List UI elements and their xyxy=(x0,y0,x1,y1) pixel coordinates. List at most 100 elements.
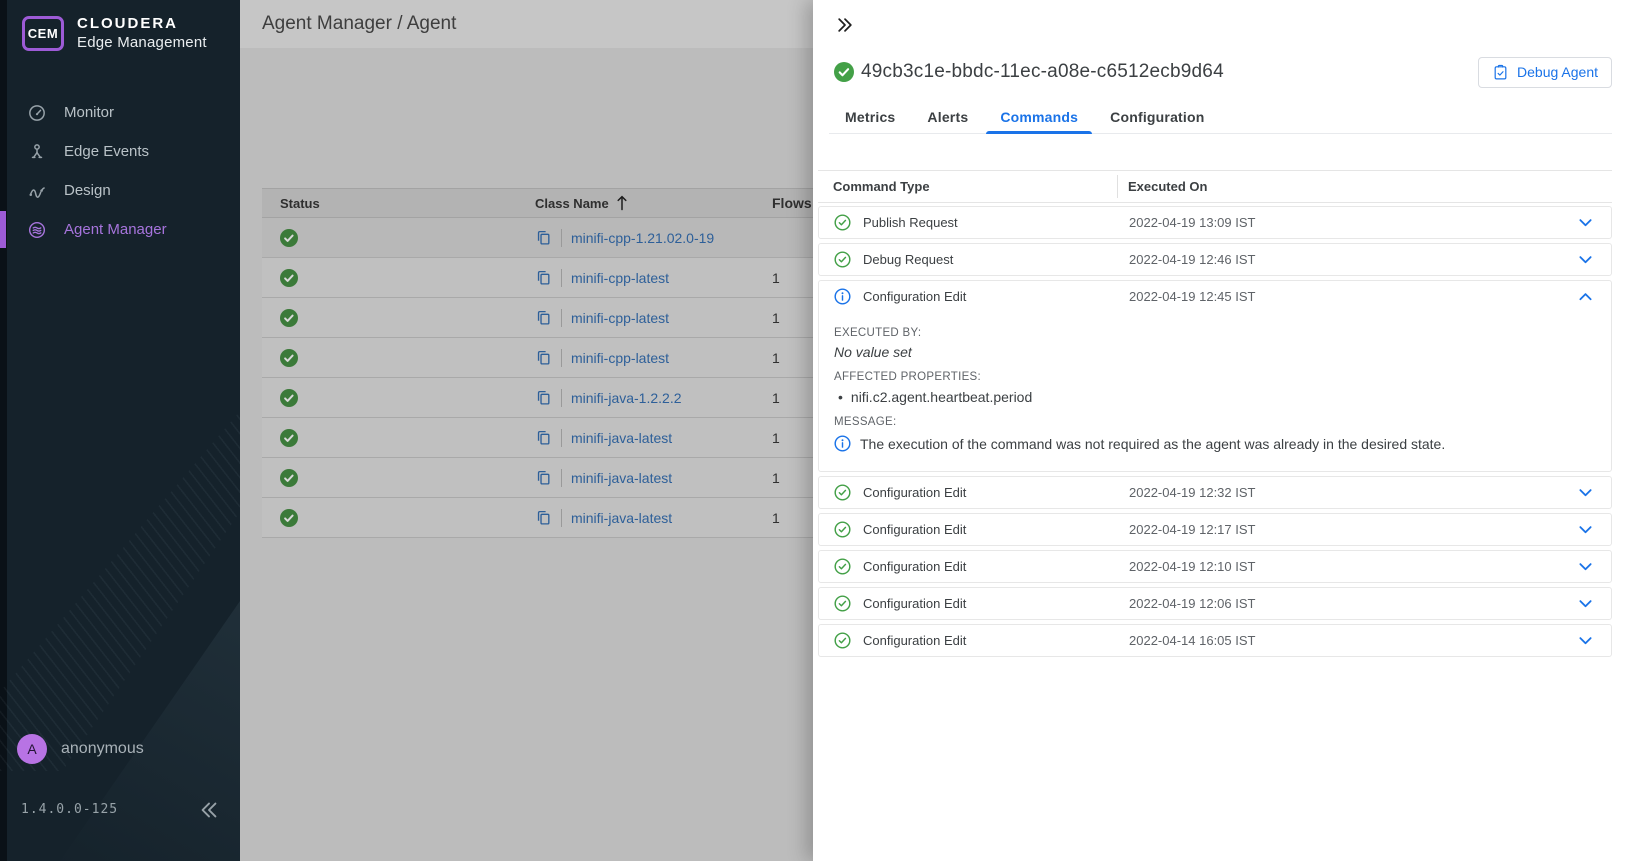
agent-status-cell xyxy=(262,269,535,287)
command-row-header[interactable]: Configuration Edit 2022-04-19 12:32 IST xyxy=(819,477,1611,508)
check-circle-icon xyxy=(834,484,851,501)
agent-class-link[interactable]: minifi-cpp-latest xyxy=(571,350,669,366)
sidebar-decor-shade xyxy=(40,601,240,861)
copy-icon[interactable] xyxy=(535,349,552,366)
command-row-header[interactable]: Publish Request 2022-04-19 13:09 IST xyxy=(819,207,1611,238)
agent-layers-icon xyxy=(27,220,47,240)
copy-icon[interactable] xyxy=(535,389,552,406)
copy-icon[interactable] xyxy=(535,269,552,286)
copy-icon[interactable] xyxy=(535,469,552,486)
debug-agent-button[interactable]: Debug Agent xyxy=(1478,57,1612,88)
command-row[interactable]: Configuration Edit 2022-04-19 12:45 IST … xyxy=(818,280,1612,472)
tab-metrics[interactable]: Metrics xyxy=(829,101,911,133)
sidebar-item-label: Edge Events xyxy=(64,143,149,160)
agent-class-link[interactable]: minifi-cpp-latest xyxy=(571,310,669,326)
chevron-down-icon[interactable] xyxy=(1576,483,1595,502)
chevron-down-icon[interactable] xyxy=(1576,557,1595,576)
sidebar-item-design[interactable]: Design xyxy=(0,171,240,210)
command-row[interactable]: Debug Request 2022-04-19 12:46 IST xyxy=(818,243,1612,276)
status-ok-icon xyxy=(280,389,298,407)
sidebar-item-edge-events[interactable]: Edge Events xyxy=(0,132,240,171)
agent-class-cell: minifi-cpp-1.21.02.0-19 xyxy=(535,229,765,247)
command-row[interactable]: Configuration Edit 2022-04-19 12:32 IST xyxy=(818,476,1612,509)
copy-icon[interactable] xyxy=(535,229,552,246)
avatar: A xyxy=(17,734,47,764)
chevron-down-icon[interactable] xyxy=(1576,594,1595,613)
agent-class-link[interactable]: minifi-java-latest xyxy=(571,510,672,526)
copy-icon[interactable] xyxy=(535,429,552,446)
agent-class-link[interactable]: minifi-cpp-1.21.02.0-19 xyxy=(571,230,714,246)
command-type-label: Configuration Edit xyxy=(863,559,966,574)
column-header-status[interactable]: Status xyxy=(262,196,535,211)
tab-alerts[interactable]: Alerts xyxy=(911,101,984,133)
info-circle-icon xyxy=(834,435,851,452)
gauge-icon xyxy=(27,103,47,123)
command-type-cell: Debug Request xyxy=(834,251,1129,268)
column-divider xyxy=(1117,175,1118,198)
check-circle-icon xyxy=(834,558,851,575)
command-row[interactable]: Configuration Edit 2022-04-14 16:05 IST xyxy=(818,624,1612,657)
command-type-label: Configuration Edit xyxy=(863,522,966,537)
commands-table-header: Command Type Executed On xyxy=(818,170,1612,203)
command-type-cell: Configuration Edit xyxy=(834,521,1129,538)
cell-divider xyxy=(561,389,562,407)
brand: CEM CLOUDERA Edge Management xyxy=(0,0,240,51)
cell-divider xyxy=(561,349,562,367)
command-row-header[interactable]: Configuration Edit 2022-04-19 12:06 IST xyxy=(819,588,1611,619)
command-type-label: Configuration Edit xyxy=(863,596,966,611)
panel-collapse-icon[interactable] xyxy=(835,15,855,35)
agent-class-link[interactable]: minifi-java-latest xyxy=(571,470,672,486)
status-ok-icon xyxy=(280,229,298,247)
agent-class-cell: minifi-java-latest xyxy=(535,469,765,487)
copy-icon[interactable] xyxy=(535,509,552,526)
agent-flows-count: 1 xyxy=(765,310,780,326)
message-text: The execution of the command was not req… xyxy=(860,435,1445,453)
cell-divider xyxy=(561,269,562,287)
command-row-header[interactable]: Debug Request 2022-04-19 12:46 IST xyxy=(819,244,1611,275)
agent-class-link[interactable]: minifi-java-1.2.2.2 xyxy=(571,390,682,406)
command-row[interactable]: Configuration Edit 2022-04-19 12:10 IST xyxy=(818,550,1612,583)
agent-flows-count: 1 xyxy=(765,350,780,366)
chevron-up-icon[interactable] xyxy=(1576,287,1595,306)
copy-icon[interactable] xyxy=(535,309,552,326)
chevron-down-icon[interactable] xyxy=(1576,631,1595,650)
status-ok-icon xyxy=(280,349,298,367)
panel-title-row: 49cb3c1e-bbdc-11ec-a08e-c6512ecb9d64 Deb… xyxy=(834,55,1612,89)
command-type-cell: Publish Request xyxy=(834,214,1129,231)
sidebar-collapse-icon[interactable] xyxy=(198,799,220,821)
check-circle-icon xyxy=(834,521,851,538)
check-circle-icon xyxy=(834,595,851,612)
column-header-class-name[interactable]: Class Name xyxy=(535,195,765,211)
sidebar-item-agent-manager[interactable]: Agent Manager xyxy=(0,210,240,249)
agent-class-cell: minifi-cpp-latest xyxy=(535,349,765,367)
command-type-cell: Configuration Edit xyxy=(834,558,1129,575)
command-details: EXECUTED BY: No value set AFFECTED PROPE… xyxy=(819,312,1611,471)
tab-commands[interactable]: Commands xyxy=(984,101,1094,133)
command-row[interactable]: Configuration Edit 2022-04-19 12:06 IST xyxy=(818,587,1612,620)
chevron-down-icon[interactable] xyxy=(1576,250,1595,269)
executed-by-label: EXECUTED BY: xyxy=(834,327,1595,339)
user-menu[interactable]: A anonymous xyxy=(17,734,144,764)
executed-on-value: 2022-04-19 12:10 IST xyxy=(1129,559,1255,574)
column-header-flows[interactable]: Flows xyxy=(765,195,812,211)
agent-flows-count: 1 xyxy=(765,270,780,286)
message-row: The execution of the command was not req… xyxy=(834,435,1595,453)
agent-class-link[interactable]: minifi-java-latest xyxy=(571,430,672,446)
edge-events-icon xyxy=(27,142,47,162)
command-row-header[interactable]: Configuration Edit 2022-04-19 12:10 IST xyxy=(819,551,1611,582)
command-row-header[interactable]: Configuration Edit 2022-04-19 12:17 IST xyxy=(819,514,1611,545)
executed-on-value: 2022-04-19 12:17 IST xyxy=(1129,522,1255,537)
chevron-down-icon[interactable] xyxy=(1576,213,1595,232)
agent-class-cell: minifi-cpp-latest xyxy=(535,309,765,327)
executed-on-value: 2022-04-19 12:32 IST xyxy=(1129,485,1255,500)
command-row-header[interactable]: Configuration Edit 2022-04-14 16:05 IST xyxy=(819,625,1611,656)
command-row-header[interactable]: Configuration Edit 2022-04-19 12:45 IST xyxy=(819,281,1611,312)
chevron-down-icon[interactable] xyxy=(1576,520,1595,539)
command-row[interactable]: Publish Request 2022-04-19 13:09 IST xyxy=(818,206,1612,239)
command-row[interactable]: Configuration Edit 2022-04-19 12:17 IST xyxy=(818,513,1612,546)
sidebar-item-label: Monitor xyxy=(64,104,114,121)
sidebar-item-monitor[interactable]: Monitor xyxy=(0,93,240,132)
sidebar-decor-stripes xyxy=(0,411,240,771)
agent-class-link[interactable]: minifi-cpp-latest xyxy=(571,270,669,286)
tab-configuration[interactable]: Configuration xyxy=(1094,101,1220,133)
